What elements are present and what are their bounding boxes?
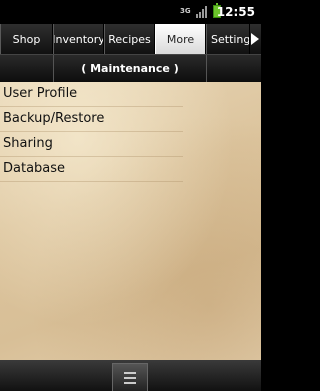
tab-recipes[interactable]: Recipes (104, 24, 155, 54)
tab-inventory[interactable]: Inventory (53, 24, 104, 54)
menu-list: User Profile Backup/Restore Sharing Data… (0, 82, 261, 360)
list-item-backup-restore[interactable]: Backup/Restore (0, 107, 183, 132)
tab-bar: Shop Inventory Recipes More Settings (0, 24, 261, 54)
network-type-icon: 3G (180, 7, 191, 15)
signal-icon (196, 5, 207, 18)
section-header: ( Maintenance ) (0, 54, 261, 82)
menu-icon[interactable] (112, 363, 148, 391)
header-divider (206, 55, 207, 82)
status-bar: 3G 12:55 (0, 0, 261, 24)
chevron-right-icon[interactable] (251, 33, 259, 45)
status-time: 12:55 (216, 5, 255, 19)
tab-more[interactable]: More (155, 24, 206, 54)
status-icons: 3G (180, 3, 221, 18)
list-item-user-profile[interactable]: User Profile (0, 82, 183, 107)
bottom-bar (0, 360, 261, 391)
section-title: ( Maintenance ) (81, 62, 179, 75)
header-cell-left (0, 55, 54, 82)
list-item-database[interactable]: Database (0, 157, 183, 182)
list-item-sharing[interactable]: Sharing (0, 132, 183, 157)
tab-settings[interactable]: Settings (206, 24, 250, 54)
tab-shop[interactable]: Shop (0, 24, 53, 54)
